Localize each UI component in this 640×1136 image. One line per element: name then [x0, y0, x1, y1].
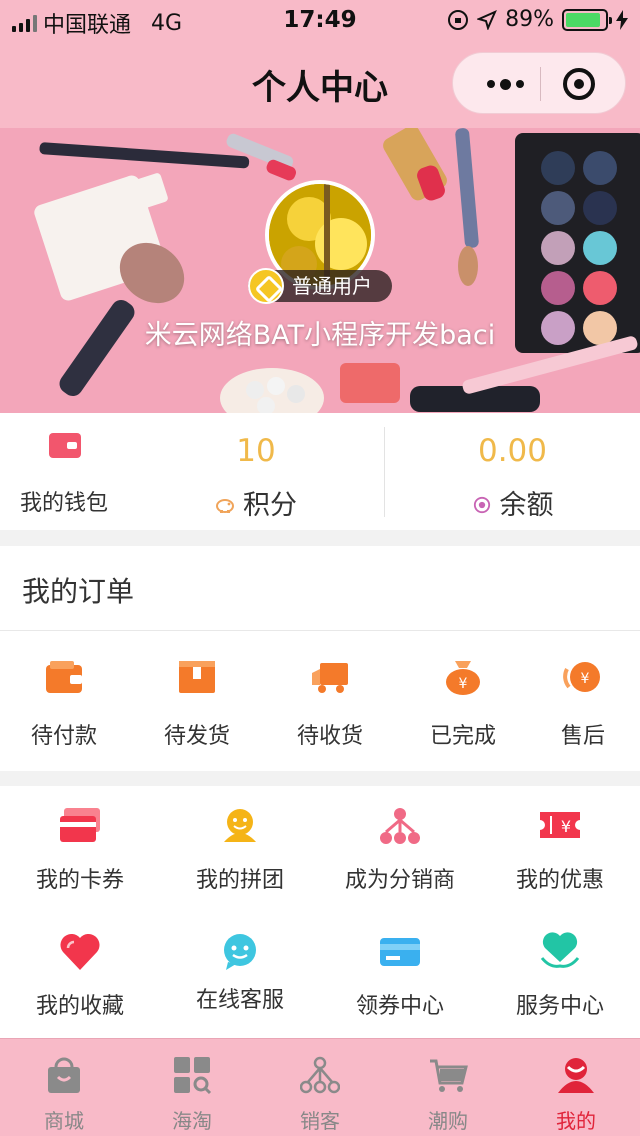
tab-overseas[interactable]: 海淘	[128, 1039, 256, 1136]
become-distributor-button[interactable]: 成为分销商	[320, 786, 480, 912]
tab-trend-shopping[interactable]: 潮购	[384, 1039, 512, 1136]
balance-label: 余额	[499, 490, 554, 521]
service-heart-icon	[540, 932, 580, 968]
charging-icon	[616, 9, 628, 30]
service-label: 服务中心	[515, 994, 604, 1019]
shopping-bag-icon	[48, 1057, 80, 1093]
order-label: 售后	[560, 724, 605, 749]
order-completed[interactable]: ¥ 已完成	[399, 631, 527, 771]
order-label: 待付款	[30, 724, 97, 749]
location-icon	[477, 9, 498, 30]
battery-icon	[562, 8, 612, 31]
card-icon	[60, 808, 100, 842]
orders-title[interactable]: 我的订单	[22, 570, 134, 610]
my-discounts-button[interactable]: ¥ 我的优惠	[480, 786, 640, 912]
vip-diamond-icon	[248, 268, 284, 304]
order-to-ship[interactable]: 待发货	[133, 631, 261, 771]
balance-stat[interactable]: 0.00 余额	[385, 413, 640, 530]
service-label: 成为分销商	[344, 868, 455, 893]
coin-icon	[473, 496, 490, 513]
money-bag-icon: ¥	[446, 661, 480, 695]
more-menu-icon[interactable]	[475, 69, 535, 99]
tab-label: 潮购	[428, 1109, 468, 1133]
coupon-icon: ¥	[540, 812, 580, 838]
close-mini-program-icon[interactable]	[563, 68, 595, 100]
bottom-tab-bar: 商城 海淘 销客 潮购 我的	[0, 1038, 640, 1136]
points-label-row: 积分	[128, 483, 384, 522]
box-icon	[179, 661, 215, 693]
points-stat[interactable]: 10 积分	[128, 413, 384, 530]
network-icon	[300, 1056, 340, 1094]
refund-icon: ¥	[563, 662, 600, 692]
service-label: 我的优惠	[515, 868, 604, 893]
points-label: 积分	[243, 490, 297, 521]
tab-label: 销客	[300, 1109, 340, 1133]
tab-label: 我的	[556, 1109, 596, 1133]
status-bar: 中国联通 4G 17:49 89%	[0, 0, 640, 40]
my-favorites-button[interactable]: 我的收藏	[0, 912, 160, 1038]
orientation-lock-icon	[448, 9, 469, 30]
status-right: 89%	[447, 7, 628, 32]
my-wallet-button[interactable]: 我的钱包	[0, 413, 128, 530]
tab-mall[interactable]: 商城	[0, 1039, 128, 1136]
truck-icon	[312, 663, 348, 693]
service-label: 我的卡券	[35, 868, 124, 893]
order-to-receive[interactable]: 待收货	[266, 631, 394, 771]
my-wallet-label: 我的钱包	[19, 491, 108, 516]
service-label: 我的拼团	[195, 868, 284, 893]
profile-banner: 普通用户 米云网络BAT小程序开发baci	[0, 128, 640, 413]
tab-label: 商城	[44, 1109, 84, 1133]
order-after-sales[interactable]: ¥ 售后	[519, 631, 640, 771]
tab-sales[interactable]: 销客	[256, 1039, 384, 1136]
group-icon	[224, 809, 256, 842]
service-label: 领券中心	[355, 994, 444, 1019]
points-value: 10	[236, 433, 276, 469]
svg-text:¥: ¥	[459, 676, 468, 692]
member-level-badge: 普通用户	[248, 268, 392, 304]
service-label: 在线客服	[195, 988, 284, 1013]
cart-icon	[430, 1059, 468, 1092]
credit-card-icon	[380, 938, 420, 966]
order-label: 已完成	[429, 724, 496, 749]
distributor-icon	[380, 808, 420, 844]
member-level-label: 普通用户	[292, 274, 372, 298]
order-label: 待发货	[163, 724, 230, 749]
coupon-center-button[interactable]: 领券中心	[320, 912, 480, 1038]
service-center-button[interactable]: 服务中心	[480, 912, 640, 1038]
grid-search-icon	[174, 1057, 212, 1095]
wallet-icon	[46, 661, 82, 693]
order-label: 待收货	[296, 724, 363, 749]
balance-value: 0.00	[477, 433, 548, 469]
chat-icon	[224, 934, 256, 970]
services-grid: 我的卡券 我的拼团 成为分销商 ¥ 我的优惠 我的收藏 在线客服 领券中心 服务…	[0, 786, 640, 1038]
capsule-divider	[540, 67, 541, 101]
service-label: 我的收藏	[35, 994, 124, 1019]
svg-text:¥: ¥	[581, 671, 590, 687]
tab-label: 海淘	[172, 1109, 212, 1133]
username: 米云网络BAT小程序开发baci	[144, 320, 496, 351]
nav-bar: 个人中心	[0, 40, 640, 128]
my-group-buy-button[interactable]: 我的拼团	[160, 786, 320, 912]
svg-text:¥: ¥	[561, 817, 571, 836]
my-orders-section: 我的订单 待付款 待发货 待收货 ¥ 已完成 ¥ 售后	[0, 546, 640, 771]
heart-icon	[60, 933, 100, 970]
piggy-icon	[216, 498, 234, 513]
my-cards-button[interactable]: 我的卡券	[0, 786, 160, 912]
tab-mine[interactable]: 我的	[512, 1039, 640, 1136]
order-pending-payment[interactable]: 待付款	[0, 631, 128, 771]
balance-label-row: 余额	[385, 483, 640, 522]
mini-program-capsule	[452, 52, 626, 114]
account-summary: 我的钱包 10 积分 0.00 余额	[0, 413, 640, 530]
battery-percent: 89%	[505, 7, 554, 32]
online-support-button[interactable]: 在线客服	[160, 912, 320, 1038]
wallet-icon	[49, 433, 81, 458]
user-icon	[558, 1058, 594, 1093]
